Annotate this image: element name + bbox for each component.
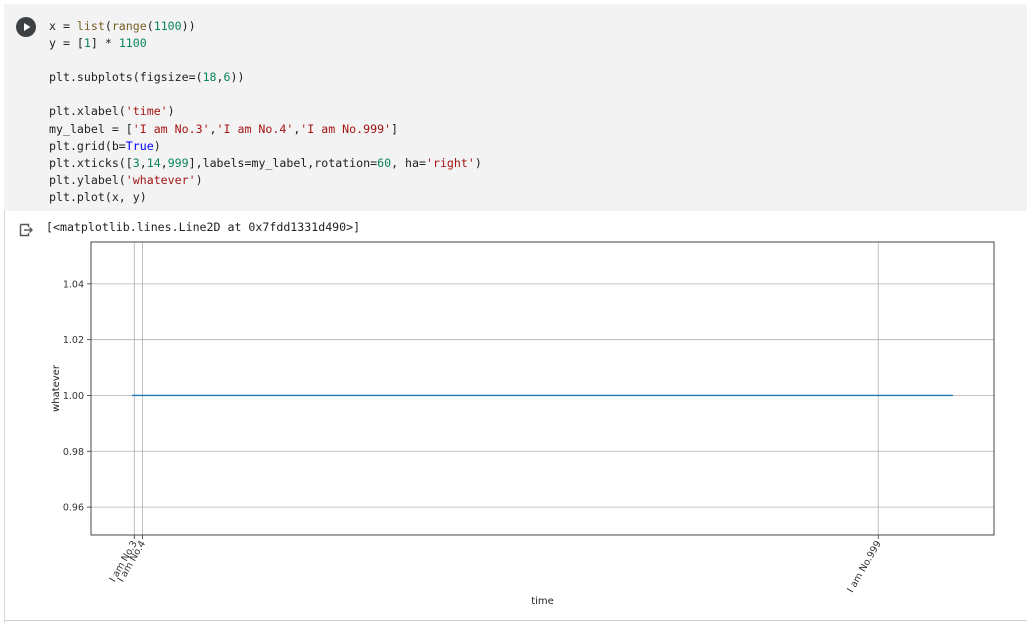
x-tick-label: I am No.999 [845, 539, 883, 595]
y-tick-label: 1.00 [63, 391, 84, 402]
y-tick-label: 0.96 [63, 503, 84, 514]
notebook-cell: x = list(range(1100)) y = [1] * 1100 plt.… [0, 0, 1027, 623]
plot-area [91, 242, 994, 535]
y-tick-label: 0.98 [63, 447, 84, 458]
y-tick-label: 1.04 [63, 279, 84, 290]
y-axis-label: whatever [51, 364, 62, 412]
y-tick-label: 1.02 [63, 335, 84, 346]
x-axis-label: time [531, 596, 554, 607]
line-chart: 0.960.981.001.021.04I am No.3I am No.4 I … [51, 241, 995, 607]
cell-divider [4, 620, 1027, 621]
